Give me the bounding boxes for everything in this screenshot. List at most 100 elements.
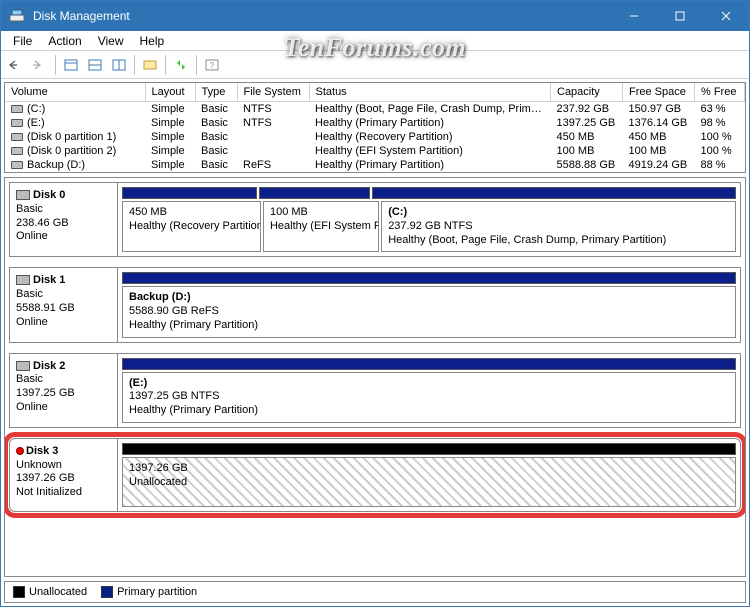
disk-info-3: Disk 3 Unknown 1397.26 GB Not Initialize… <box>10 439 118 511</box>
strip-seg <box>122 272 736 284</box>
toolbar-sep-4 <box>196 55 197 75</box>
col-layout[interactable]: Layout <box>145 83 195 102</box>
disk-row-0[interactable]: Disk 0 Basic 238.46 GB Online 450 MB <box>9 182 741 257</box>
volume-type: Basic <box>195 158 237 172</box>
disk-icon <box>16 190 30 200</box>
legend-unallocated-label: Unallocated <box>29 586 87 598</box>
disk-size: 1397.26 GB <box>16 472 111 486</box>
col-capacity[interactable]: Capacity <box>551 83 623 102</box>
volume-status: Healthy (Recovery Partition) <box>309 130 551 144</box>
partition-sub: 1397.26 GB <box>129 462 729 476</box>
strip-seg <box>122 358 736 370</box>
partition-box[interactable]: Backup (D:) 5588.90 GB ReFS Healthy (Pri… <box>122 286 736 337</box>
partition-title: (C:) <box>388 206 729 220</box>
volume-status: Healthy (Primary Partition) <box>309 158 551 172</box>
layout-button-2[interactable] <box>84 54 106 76</box>
disk-type: Basic <box>16 373 111 387</box>
back-button[interactable] <box>5 54 27 76</box>
disk-row-1[interactable]: Disk 1 Basic 5588.91 GB Online Backup (D… <box>9 267 741 342</box>
svg-text:?: ? <box>210 61 215 70</box>
volume-status: Healthy (Primary Partition) <box>309 116 551 130</box>
volume-type: Basic <box>195 130 237 144</box>
volume-fs: NTFS <box>237 116 309 130</box>
volume-layout: Simple <box>145 144 195 158</box>
volume-pct: 63 % <box>695 102 745 117</box>
disk-name: Disk 0 <box>33 189 65 201</box>
partition-sub: 1397.25 GB NTFS <box>129 390 729 404</box>
disk-state: Online <box>16 230 111 244</box>
volume-row[interactable]: (Disk 0 partition 1)SimpleBasicHealthy (… <box>5 130 745 144</box>
partition-box[interactable]: 450 MB Healthy (Recovery Partition) <box>122 201 261 252</box>
volume-fs <box>237 130 309 144</box>
maximize-button[interactable] <box>657 1 703 31</box>
properties-button[interactable] <box>139 54 161 76</box>
menu-help[interactable]: Help <box>132 32 173 50</box>
volume-row[interactable]: (E:)SimpleBasicNTFSHealthy (Primary Part… <box>5 116 745 130</box>
forward-button[interactable] <box>29 54 51 76</box>
partition-box-unallocated[interactable]: 1397.26 GB Unallocated <box>122 457 736 507</box>
volume-free: 4919.24 GB <box>623 158 695 172</box>
volume-layout: Simple <box>145 116 195 130</box>
disk-row-3[interactable]: Disk 3 Unknown 1397.26 GB Not Initialize… <box>9 438 741 512</box>
close-button[interactable] <box>703 1 749 31</box>
help-button[interactable]: ? <box>201 54 223 76</box>
partition-box[interactable]: (E:) 1397.25 GB NTFS Healthy (Primary Pa… <box>122 372 736 423</box>
error-icon <box>16 447 24 455</box>
disk-state: Not Initialized <box>16 486 111 500</box>
toolbar-sep <box>55 55 56 75</box>
legend-unallocated: Unallocated <box>13 586 87 598</box>
partition-boxes: 1397.26 GB Unallocated <box>122 457 736 507</box>
volume-type: Basic <box>195 102 237 117</box>
strip-seg <box>259 187 370 199</box>
minimize-button[interactable] <box>611 1 657 31</box>
volume-name: (C:) <box>5 102 145 117</box>
partition-lane: Backup (D:) 5588.90 GB ReFS Healthy (Pri… <box>118 268 740 341</box>
partition-box[interactable]: 100 MB Healthy (EFI System Partition) <box>263 201 379 252</box>
menubar: File Action View Help <box>1 31 749 51</box>
col-pct[interactable]: % Free <box>695 83 745 102</box>
refresh-button[interactable] <box>170 54 192 76</box>
volume-capacity: 237.92 GB <box>551 102 623 117</box>
partition-title: (E:) <box>129 377 729 391</box>
col-type[interactable]: Type <box>195 83 237 102</box>
volume-row[interactable]: (Disk 0 partition 2)SimpleBasicHealthy (… <box>5 144 745 158</box>
legend-primary: Primary partition <box>101 586 197 598</box>
disk-name: Disk 2 <box>33 360 65 372</box>
partition-status: Healthy (EFI System Partition) <box>270 220 372 234</box>
partition-strip <box>122 443 736 455</box>
disk-info-1: Disk 1 Basic 5588.91 GB Online <box>10 268 118 341</box>
menu-action[interactable]: Action <box>40 32 89 50</box>
volume-status: Healthy (EFI System Partition) <box>309 144 551 158</box>
col-free[interactable]: Free Space <box>623 83 695 102</box>
partition-sub: 450 MB <box>129 206 254 220</box>
partition-sub: 5588.90 GB ReFS <box>129 305 729 319</box>
strip-seg <box>372 187 736 199</box>
volume-layout: Simple <box>145 130 195 144</box>
volume-icon <box>11 119 23 127</box>
partition-status: Healthy (Primary Partition) <box>129 404 729 418</box>
col-status[interactable]: Status <box>309 83 551 102</box>
menu-file[interactable]: File <box>5 32 40 50</box>
strip-seg <box>122 187 257 199</box>
partition-sub: 237.92 GB NTFS <box>388 220 729 234</box>
partition-title: Backup (D:) <box>129 291 729 305</box>
volume-row[interactable]: Backup (D:)SimpleBasicReFSHealthy (Prima… <box>5 158 745 172</box>
disk-state: Online <box>16 401 111 415</box>
partition-box[interactable]: (C:) 237.92 GB NTFS Healthy (Boot, Page … <box>381 201 736 252</box>
col-fs[interactable]: File System <box>237 83 309 102</box>
menu-view[interactable]: View <box>90 32 132 50</box>
layout-button-1[interactable] <box>60 54 82 76</box>
legend: Unallocated Primary partition <box>4 581 746 603</box>
partition-boxes: 450 MB Healthy (Recovery Partition) 100 … <box>122 201 736 252</box>
layout-button-3[interactable] <box>108 54 130 76</box>
partition-status: Healthy (Recovery Partition) <box>129 220 254 234</box>
volume-row[interactable]: (C:)SimpleBasicNTFSHealthy (Boot, Page F… <box>5 102 745 117</box>
disk-size: 1397.25 GB <box>16 387 111 401</box>
volume-table: Volume Layout Type File System Status Ca… <box>5 83 745 172</box>
volume-free: 1376.14 GB <box>623 116 695 130</box>
col-volume[interactable]: Volume <box>5 83 145 102</box>
disk-row-2[interactable]: Disk 2 Basic 1397.25 GB Online (E:) 1397… <box>9 353 741 428</box>
app-icon <box>9 8 25 24</box>
volume-status: Healthy (Boot, Page File, Crash Dump, Pr… <box>309 102 551 117</box>
volume-name: (Disk 0 partition 2) <box>5 144 145 158</box>
